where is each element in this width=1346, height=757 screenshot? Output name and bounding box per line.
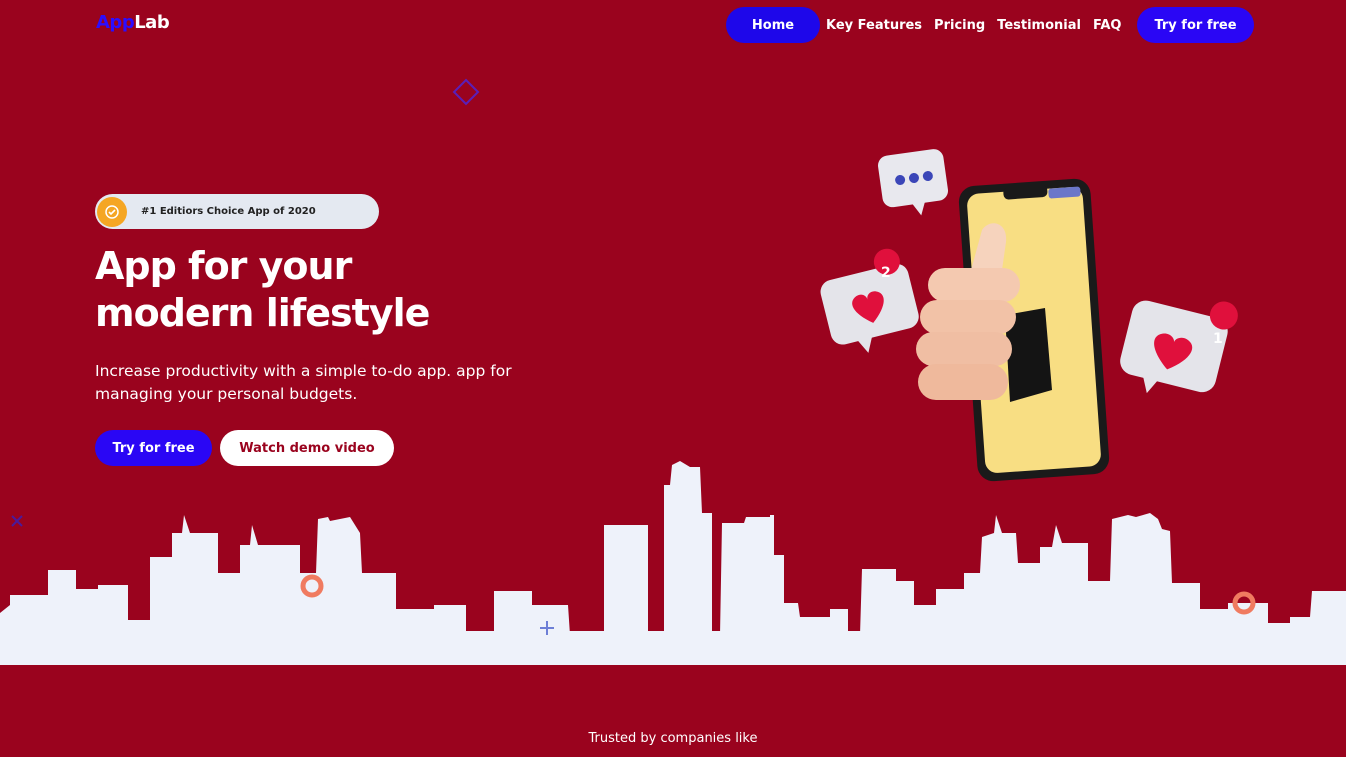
- left-bubble-count: 2: [881, 265, 891, 281]
- main-nav: Home Key Features Pricing Testimonial FA…: [726, 7, 1121, 43]
- cross-deco-icon: [11, 515, 23, 527]
- logo-part-lab: Lab: [134, 12, 170, 33]
- nav-item-pricing[interactable]: Pricing: [934, 18, 985, 33]
- trusted-by-text: Trusted by companies like: [588, 731, 758, 746]
- logo[interactable]: AppLab: [96, 12, 170, 33]
- diamond-deco-icon: [452, 78, 480, 106]
- right-bubble-count: 1: [1213, 331, 1223, 347]
- phone-thumbs-up-illustration: 2 1: [820, 149, 1238, 482]
- heart-bubble-left-icon: [820, 248, 919, 353]
- nav-item-home[interactable]: Home: [726, 7, 820, 43]
- hero-subtitle: Increase productivity with a simple to-d…: [95, 362, 512, 403]
- typing-bubble-icon: [878, 149, 949, 216]
- nav-try-free-button[interactable]: Try for free: [1137, 7, 1254, 43]
- editors-choice-badge: #1 Editiors Choice App of 2020: [95, 194, 379, 229]
- logo-part-app: App: [96, 12, 135, 33]
- nav-item-key-features[interactable]: Key Features: [826, 18, 922, 33]
- badge-text: #1 Editiors Choice App of 2020: [141, 206, 316, 217]
- hero-title-line1: App for your: [95, 244, 352, 288]
- nav-item-testimonial[interactable]: Testimonial: [997, 18, 1081, 33]
- check-badge-icon: [97, 196, 127, 227]
- hero-title-line2: modern lifestyle: [95, 291, 430, 335]
- city-skyline-illustration: [0, 461, 1346, 665]
- hero-title: App for your modern lifestyle: [95, 243, 575, 337]
- nav-item-faq[interactable]: FAQ: [1093, 18, 1122, 33]
